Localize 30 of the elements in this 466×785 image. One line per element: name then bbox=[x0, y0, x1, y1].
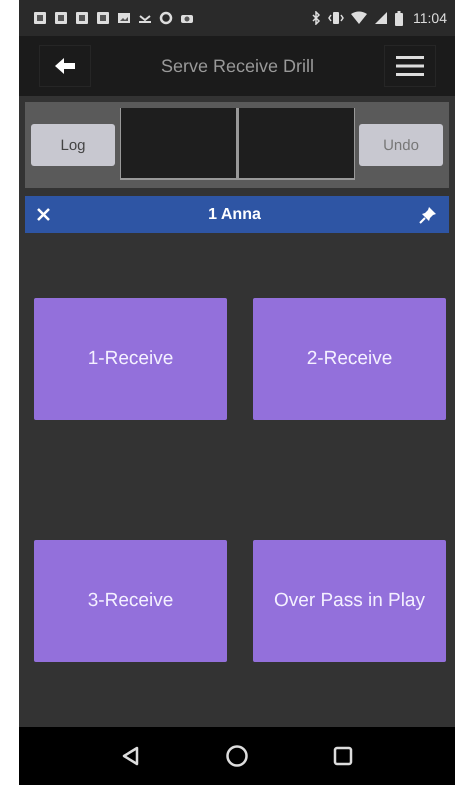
recents-icon[interactable] bbox=[332, 745, 354, 767]
log-button[interactable]: Log bbox=[31, 124, 115, 166]
action-button[interactable]: 2-Receive bbox=[253, 298, 446, 420]
undo-button[interactable]: Undo bbox=[359, 124, 443, 166]
image-icon bbox=[117, 11, 131, 25]
battery-icon bbox=[395, 10, 403, 26]
action-button[interactable]: 3-Receive bbox=[34, 540, 227, 662]
screen-title: Serve Receive Drill bbox=[160, 56, 314, 76]
notification-icon bbox=[96, 11, 110, 25]
action-button[interactable]: 1-Receive bbox=[34, 298, 227, 420]
circle-icon bbox=[159, 11, 173, 25]
notification-icon bbox=[33, 11, 47, 25]
close-icon bbox=[37, 208, 50, 221]
vibrate-icon bbox=[328, 11, 344, 25]
back-button[interactable] bbox=[39, 45, 91, 87]
wifi-icon bbox=[351, 11, 367, 25]
home-icon[interactable] bbox=[224, 744, 249, 768]
bluetooth-icon bbox=[311, 11, 321, 25]
close-button[interactable] bbox=[37, 208, 50, 221]
player-name: 1 Anna bbox=[208, 206, 261, 224]
menu-button[interactable] bbox=[384, 45, 436, 87]
notification-icon bbox=[75, 11, 89, 25]
notification-icon bbox=[54, 11, 68, 25]
signal-icon bbox=[374, 11, 388, 25]
pin-button[interactable] bbox=[419, 206, 437, 224]
action-button[interactable]: Over Pass in Play bbox=[253, 540, 446, 662]
back-arrow-icon bbox=[53, 56, 77, 76]
menu-icon bbox=[396, 55, 424, 77]
clock-time: 11:04 bbox=[413, 10, 447, 26]
pin-icon bbox=[419, 206, 437, 224]
